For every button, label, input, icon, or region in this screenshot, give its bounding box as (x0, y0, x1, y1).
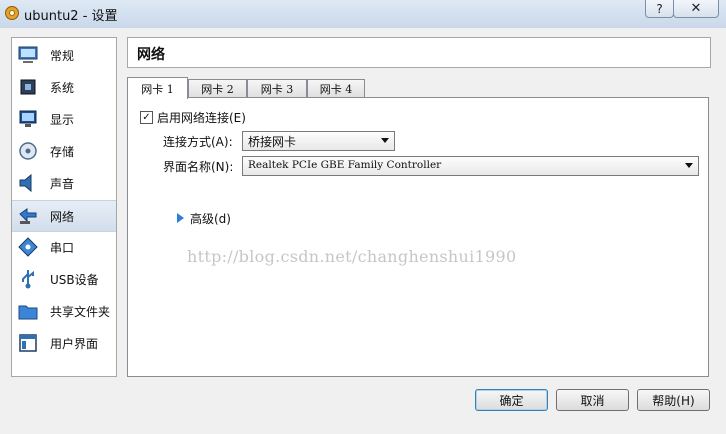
sidebar-item-user-interface[interactable]: 用户界面 (12, 328, 116, 358)
disc-icon (19, 142, 37, 160)
sidebar-item-label: 串口 (50, 240, 75, 255)
sidebar-item-display[interactable]: 显示 (12, 104, 116, 134)
attach-mode-value: 桥接网卡 (248, 135, 297, 149)
chevron-down-icon (685, 163, 693, 168)
sidebar-item-label: 显示 (50, 112, 75, 127)
window-title: ubuntu2 - 设置 (24, 9, 118, 24)
sidebar-item-serial[interactable]: 串口 (12, 232, 116, 262)
sidebar-item-general[interactable]: 常规 (12, 40, 116, 70)
tab-adapter-1[interactable]: 网卡 1 (127, 77, 188, 99)
display-icon (19, 110, 37, 127)
sidebar-item-audio[interactable]: 声音 (12, 168, 116, 198)
page-header: 网络 (127, 37, 711, 68)
page-title: 网络 (137, 47, 165, 63)
sidebar-item-label: 网络 (50, 209, 75, 224)
help-title-button[interactable]: ? (645, 0, 674, 18)
close-button[interactable]: ✕ (673, 0, 719, 18)
dialog-body: 常规 系统 显示 存储 声音 网络 串口 USB设备 共享文件夹 用户界面 网络… (0, 28, 726, 434)
sidebar-item-label: 声音 (50, 176, 75, 191)
title-bar: ubuntu2 - 设置 ? ✕ (0, 0, 726, 29)
sidebar-item-network[interactable]: 网络 (12, 200, 116, 232)
ok-button[interactable]: 确定 (475, 389, 548, 411)
attach-mode-label: 连接方式(A): (163, 135, 233, 149)
interface-name-select[interactable]: Realtek PCIe GBE Family Controller (242, 156, 699, 176)
settings-sidebar: 常规 系统 显示 存储 声音 网络 串口 USB设备 共享文件夹 用户界面 (11, 37, 117, 377)
enable-network-label[interactable]: 启用网络连接(E) (157, 109, 246, 126)
chip-icon (20, 79, 36, 95)
sidebar-item-label: 共享文件夹 (50, 304, 111, 319)
gear-icon (5, 6, 19, 20)
sidebar-item-label: USB设备 (50, 272, 99, 287)
attach-mode-select[interactable]: 桥接网卡 (242, 131, 395, 151)
usb-icon (22, 270, 34, 289)
sidebar-item-usb[interactable]: USB设备 (12, 264, 116, 294)
speaker-icon (19, 173, 32, 193)
adapter-panel: ✓ 启用网络连接(E) 连接方式(A): 桥接网卡 界面名称(N): Realt… (127, 97, 709, 377)
sidebar-item-label: 系统 (50, 80, 75, 95)
sidebar-item-label: 存储 (50, 144, 75, 159)
sidebar-item-system[interactable]: 系统 (12, 72, 116, 102)
tab-adapter-3[interactable]: 网卡 3 (247, 79, 307, 97)
cancel-button[interactable]: 取消 (556, 389, 629, 411)
sidebar-item-shared-folders[interactable]: 共享文件夹 (12, 296, 116, 326)
interface-name-label: 界面名称(N): (163, 160, 234, 174)
help-button[interactable]: 帮助(H) (637, 389, 710, 411)
serial-port-icon (18, 237, 38, 257)
advanced-toggle[interactable]: 高级(d) (190, 210, 231, 227)
tab-adapter-2[interactable]: 网卡 2 (188, 79, 247, 97)
chevron-down-icon (381, 138, 389, 143)
sidebar-item-storage[interactable]: 存储 (12, 136, 116, 166)
expand-arrow-icon[interactable] (177, 213, 184, 223)
interface-name-value: Realtek PCIe GBE Family Controller (248, 159, 442, 171)
sidebar-item-label: 用户界面 (50, 336, 99, 351)
watermark: http://blog.csdn.net/changhenshui1990 (187, 247, 517, 266)
sidebar-item-label: 常规 (50, 48, 75, 63)
tab-adapter-4[interactable]: 网卡 4 (307, 79, 365, 97)
network-icon (19, 208, 37, 224)
window-icon (19, 334, 37, 352)
enable-network-checkbox[interactable]: ✓ (140, 111, 153, 124)
monitor-icon (18, 46, 38, 63)
folder-icon (18, 305, 38, 320)
